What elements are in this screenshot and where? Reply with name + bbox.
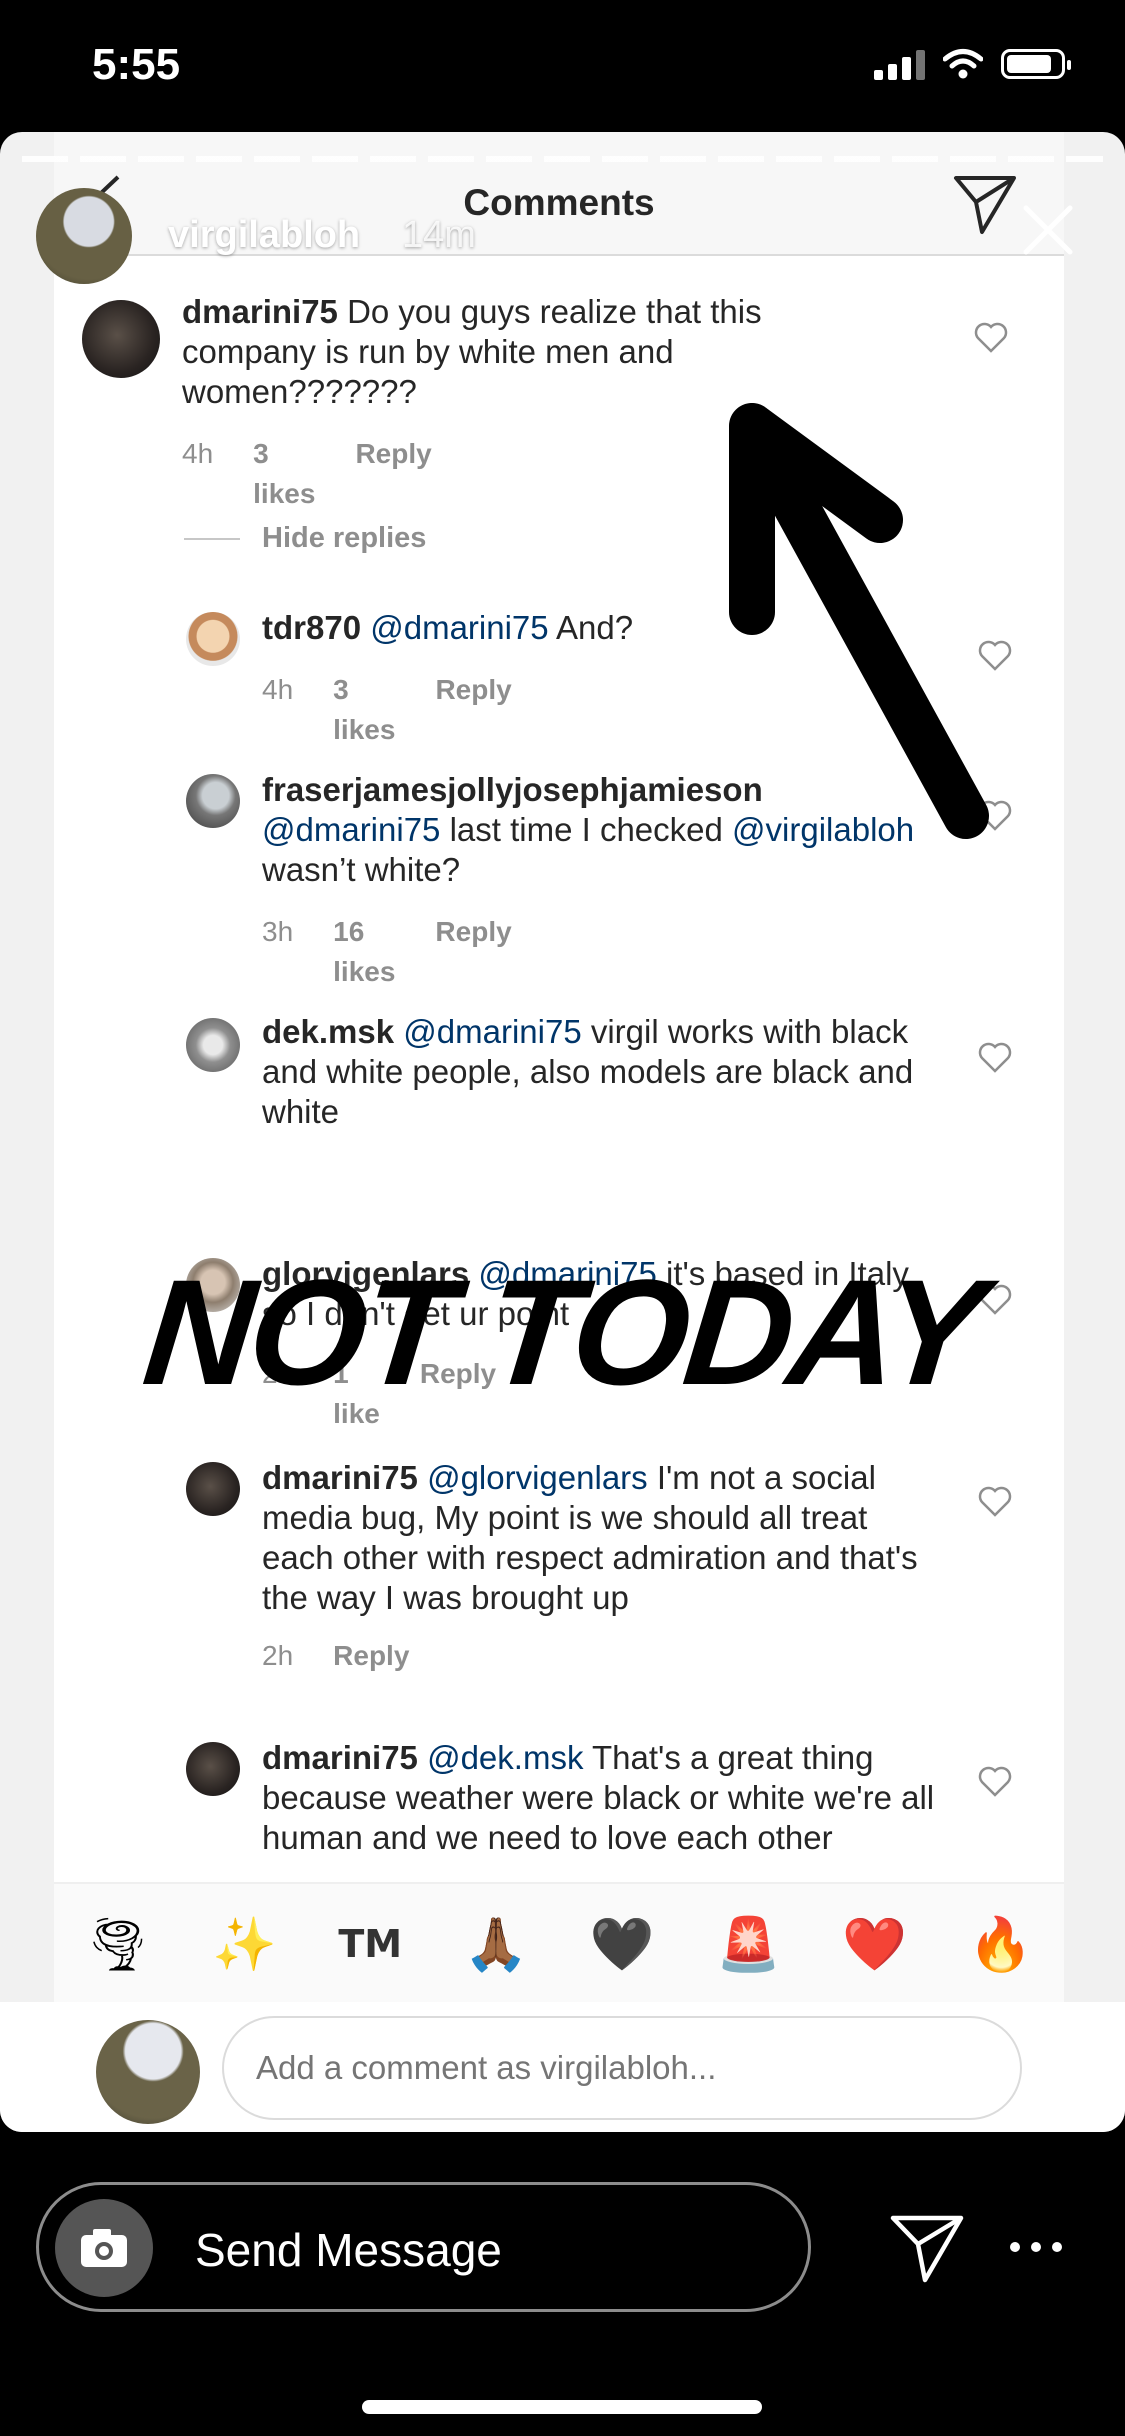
send-message-label: Send Message [195,2224,502,2276]
status-icons [874,48,1071,80]
like-heart-icon[interactable] [978,1766,1012,1798]
emoji-black-heart[interactable]: 🖤 [590,1914,655,1975]
emoji-trademark[interactable]: TM [338,1922,402,1966]
comment-username[interactable]: dmarini75 [262,1739,418,1776]
comment: dmarini75 @dek.msk That's a great thing … [54,132,1064,1882]
battery-icon [1001,49,1071,79]
camera-icon [81,2229,127,2267]
more-options-icon[interactable] [1010,2242,1062,2252]
story-timestamp: 14m [402,214,476,256]
emoji-tornado[interactable]: 🌪 [85,1914,151,1975]
camera-button[interactable] [55,2199,153,2297]
avatar [186,1742,240,1796]
add-comment-bar [0,2002,1125,2132]
story-header: virgilabloh 14m [36,188,1096,298]
emoji-red-heart[interactable]: ❤️ [842,1914,907,1975]
not-today-caption: NOT TODAY [136,1248,989,1416]
emoji-praying-hands[interactable]: 🙏🏾 [464,1914,529,1975]
emoji-siren[interactable]: 🚨 [716,1914,781,1975]
avatar[interactable] [36,188,132,284]
emoji-fire[interactable]: 🔥 [968,1914,1033,1975]
send-message-field[interactable]: Send Message [36,2182,811,2312]
story-reply-bar: Send Message [0,2132,1125,2436]
home-indicator [362,2400,762,2414]
story-progress-bar [22,156,1103,162]
emoji-sparkles[interactable]: ✨ [212,1914,277,1975]
avatar [96,2020,200,2124]
add-comment-input[interactable] [222,2016,1022,2120]
comment-mention[interactable]: @dek.msk [427,1739,583,1776]
emoji-quick-bar: 🌪 ✨ TM 🙏🏾 🖤 🚨 ❤️ 🔥 [54,1882,1064,2004]
cellular-signal-icon [874,48,925,80]
story-card: Comments dmarini75 Do you guys realize t… [0,132,1125,2132]
comment-text: dmarini75 @dek.msk That's a great thing … [262,1738,942,1858]
comments-screenshot: Comments dmarini75 Do you guys realize t… [54,132,1064,2012]
story-username[interactable]: virgilabloh [168,214,360,257]
direct-send-icon[interactable] [888,2208,966,2286]
status-time: 5:55 [92,40,181,89]
close-icon[interactable] [1016,198,1080,262]
wifi-icon [943,49,983,79]
status-bar: 5:55 [0,0,1125,130]
